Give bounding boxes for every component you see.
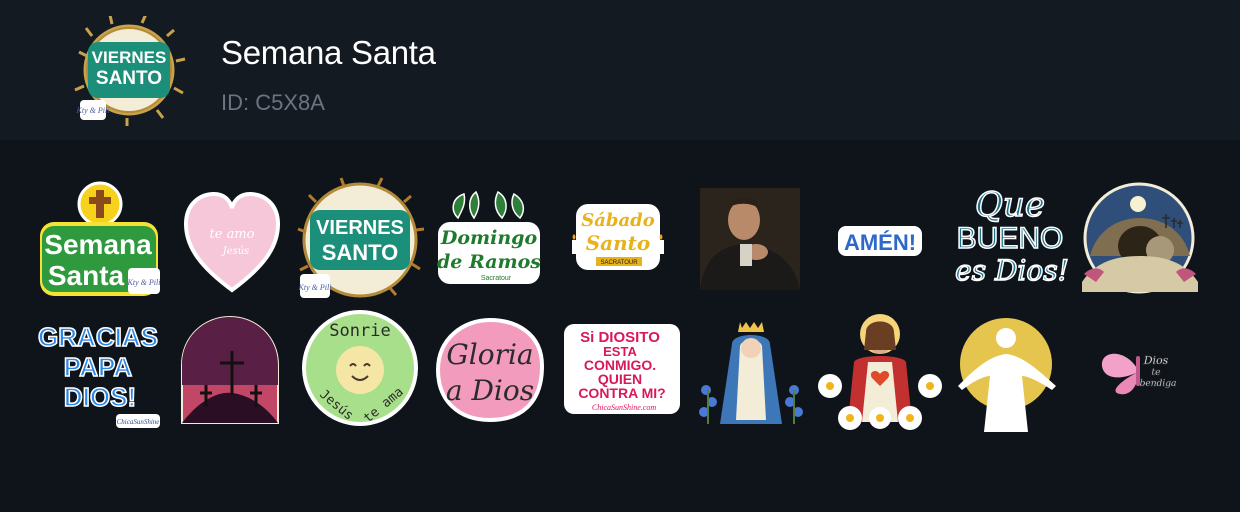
dios-te-line1: Dios bbox=[1143, 354, 1169, 367]
pack-header: VIERNES SANTO Kty & Pili Semana Santa ID… bbox=[0, 0, 1240, 140]
jesus-line: Jesús bbox=[221, 246, 250, 257]
sticker-que-bueno-es-dios[interactable]: Que BUENO es Dios! bbox=[954, 182, 1070, 294]
sticker-amen[interactable]: AMÉN! bbox=[838, 224, 922, 258]
viernes-line: VIERNES bbox=[316, 217, 404, 239]
semana-line: Semana bbox=[44, 229, 152, 260]
gracias-line: GRACIAS bbox=[38, 322, 158, 352]
bueno-line: BUENO bbox=[957, 222, 1064, 255]
contra-mi-line: CONTRA MI? bbox=[578, 385, 665, 401]
pack-icon-tag: Kty & Pili bbox=[76, 106, 110, 115]
es-dios-line: es Dios! bbox=[955, 254, 1069, 287]
sonrie-line: Sonrie bbox=[329, 321, 390, 341]
gloria-line: Gloria bbox=[446, 338, 533, 371]
sticker-crucifixion-arch[interactable] bbox=[180, 315, 280, 425]
sabado-tag: SACRATOUR bbox=[600, 260, 638, 266]
sticker-dios-te-bendiga[interactable]: Dios te bendiga bbox=[1098, 346, 1182, 396]
santa-line: Santa bbox=[48, 260, 125, 291]
sticker-grid: Semana Santa Kty & Pili te amo Jesús VIE… bbox=[0, 140, 1240, 512]
a-dios-line: a Dios bbox=[446, 374, 534, 407]
sticker-praying-man[interactable] bbox=[700, 188, 800, 290]
sticker-viernes-santo[interactable]: VIERNES SANTO Kty & Pili bbox=[297, 177, 425, 300]
santo2-line: Santo bbox=[586, 231, 651, 255]
sticker-domingo-de-ramos[interactable]: Domingo de Ramos Sacratour bbox=[436, 190, 542, 290]
te-amo-line: te amo bbox=[210, 227, 255, 242]
que-line: Que bbox=[975, 185, 1045, 225]
pack-title: Semana Santa bbox=[221, 34, 436, 71]
pack-icon-line1: VIERNES bbox=[92, 48, 167, 67]
diosito-tag: ChicaSunShine.com bbox=[592, 403, 656, 412]
domingo-line: Domingo bbox=[440, 227, 538, 249]
amen-text: AMÉN! bbox=[844, 230, 916, 255]
de-ramos-line: de Ramos bbox=[437, 251, 541, 273]
dios-te-line2: te bbox=[1152, 368, 1161, 378]
sticker-semana-santa[interactable]: Semana Santa Kty & Pili bbox=[36, 181, 166, 302]
papa-line: PAPA bbox=[64, 352, 133, 382]
sticker-virgin-mary[interactable] bbox=[698, 320, 804, 428]
sticker-sacred-heart-jesus[interactable] bbox=[818, 310, 942, 432]
sticker-gloria-a-dios[interactable]: Gloria a Dios bbox=[434, 316, 546, 424]
dios-te-line3: bendiga bbox=[1140, 379, 1177, 389]
viernes-tag: Kty & Pili bbox=[298, 283, 332, 292]
domingo-tag: Sacratour bbox=[481, 275, 512, 282]
sticker-sabado-santo[interactable]: Sábado Santo SACRATOUR bbox=[566, 200, 670, 276]
semana-tag: Kty & Pili bbox=[127, 278, 161, 287]
santo-line: SANTO bbox=[322, 240, 399, 265]
pack-id: ID: C5X8A bbox=[221, 90, 325, 115]
sticker-te-amo-jesus[interactable]: te amo Jesús bbox=[182, 190, 282, 296]
dios-line: DIOS! bbox=[64, 382, 136, 412]
pack-icon[interactable]: VIERNES SANTO Kty & Pili bbox=[72, 13, 187, 127]
sticker-empty-tomb[interactable] bbox=[1082, 182, 1200, 298]
gracias-tag: ChicaSunShine bbox=[117, 418, 160, 426]
sticker-jesus-silhouette[interactable] bbox=[952, 316, 1062, 432]
sticker-sonrie-jesus-te-ama[interactable]: Sonrie Jesús te ama bbox=[300, 310, 420, 428]
sticker-si-diosito-esta-conmigo[interactable]: Si DIOSITO ESTA CONMIGO. QUIEN CONTRA MI… bbox=[564, 324, 680, 414]
sabado-line: Sábado bbox=[581, 210, 655, 231]
pack-icon-line2: SANTO bbox=[96, 68, 162, 89]
sticker-gracias-papa-dios[interactable]: GRACIAS PAPA DIOS! ChicaSunShine bbox=[37, 318, 162, 430]
